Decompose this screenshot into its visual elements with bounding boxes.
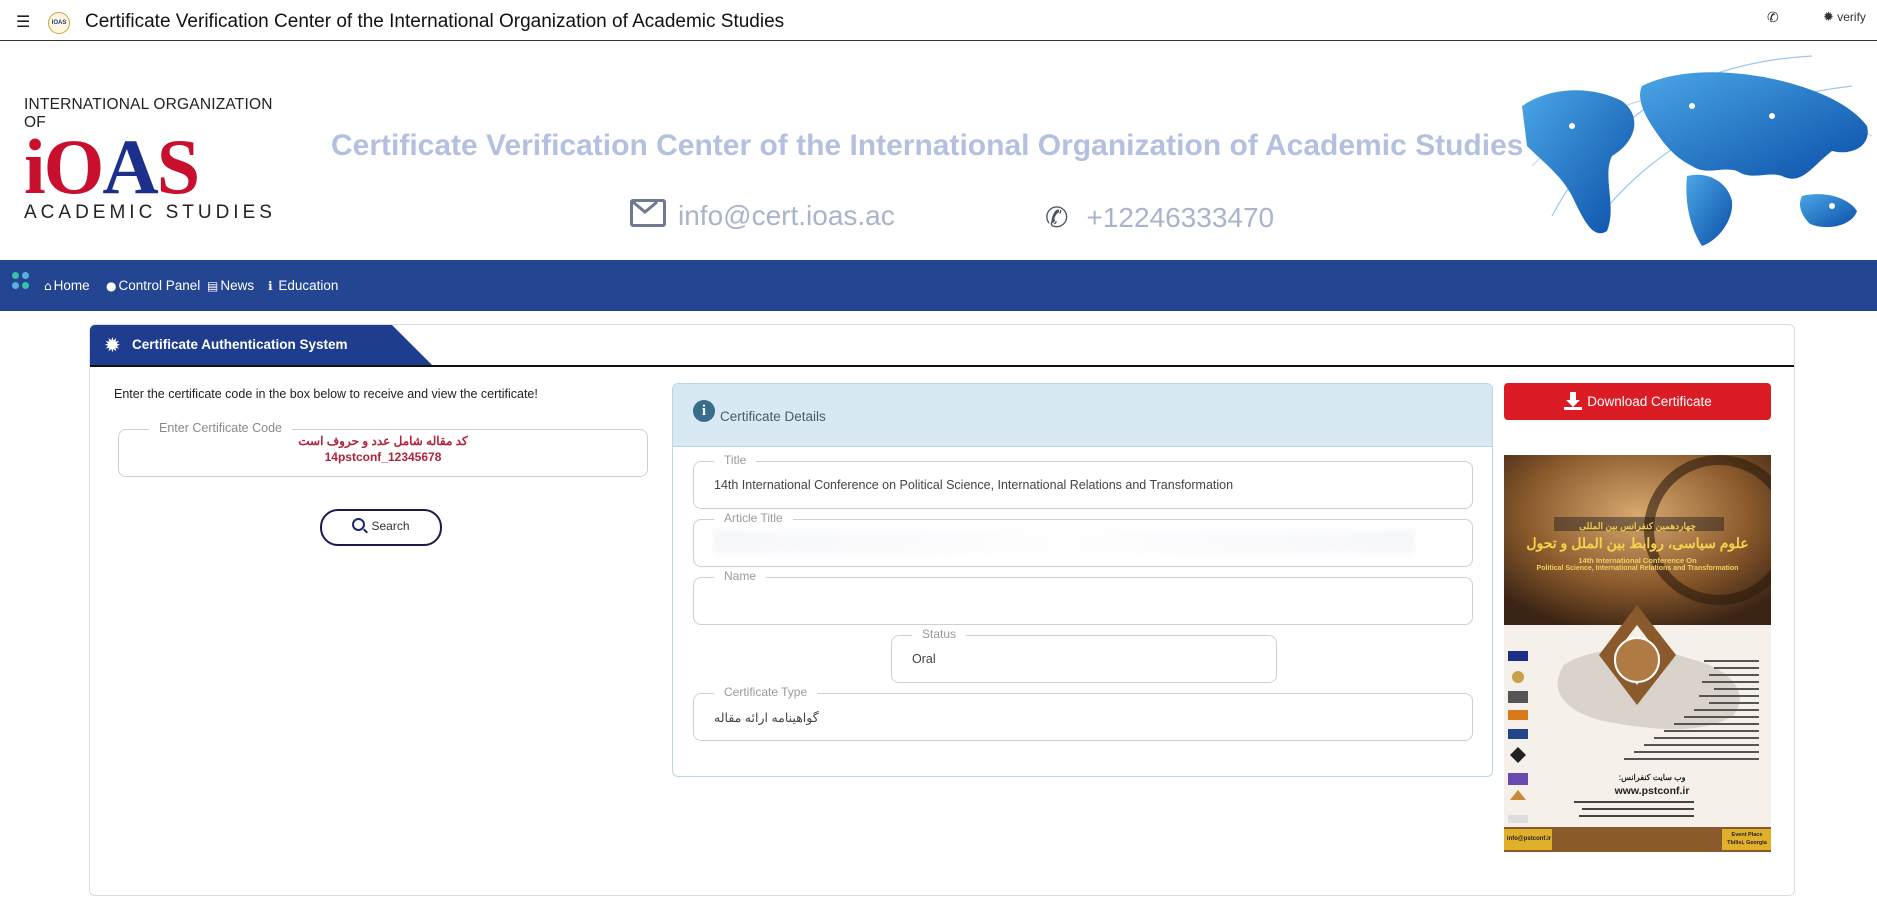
poster-event-place-1: Event Place	[1731, 832, 1763, 838]
title-value: 14th International Conference on Politic…	[714, 478, 1234, 492]
home-icon: ⌂	[44, 279, 52, 293]
nav-education-label: Education	[278, 278, 339, 293]
certificate-type-value: گواهینامه ارائه مقاله	[714, 711, 819, 725]
nav-education[interactable]: ℹ Education	[268, 278, 338, 293]
poster-english-title-1: 14th International Conference On	[1578, 556, 1697, 565]
info-icon: ℹ	[268, 279, 273, 293]
tab-certificate-authentication[interactable]: ✹ Certificate Authentication System	[90, 325, 432, 365]
nav-control-panel-label: Control Panel	[118, 278, 201, 293]
card-icon: ▤	[207, 279, 219, 293]
code-field-legend: Enter Certificate Code	[149, 421, 292, 435]
logo-big-text: iOAS	[24, 123, 200, 210]
panel-tab-header: ✹ Certificate Authentication System	[90, 325, 1794, 367]
details-header-label: Certificate Details	[720, 409, 826, 424]
article-title-legend: Article Title	[714, 511, 793, 525]
code-placeholder-line2: 14pstconf_12345678	[324, 450, 442, 464]
nav-control-panel[interactable]: ● Control Panel	[106, 278, 200, 293]
name-legend: Name	[714, 569, 767, 583]
status-value: Oral	[912, 652, 936, 666]
instructions-text: Enter the certificate code in the box be…	[114, 387, 538, 401]
banner-email-text: info@cert.ioas.ac	[678, 200, 895, 231]
info-circle-icon: i	[693, 400, 715, 422]
download-icon	[1563, 388, 1583, 410]
verify-link[interactable]: ✹ verify	[1823, 10, 1866, 25]
download-certificate-button[interactable]: Download Certificate	[1504, 383, 1771, 420]
badge-gear-icon: ✹	[1823, 10, 1834, 25]
poster-persian-title-2: علوم سیاسی، روابط بین الملل و تحول	[1526, 535, 1749, 551]
nav-home-label: Home	[53, 278, 90, 293]
article-title-field[interactable]: Article Title	[693, 511, 1473, 567]
name-field[interactable]: Name	[693, 569, 1473, 625]
poster-website: www.pstconf.ir	[1614, 785, 1690, 797]
code-placeholder-line1: کد مقاله شامل عدد و حروف است	[298, 434, 468, 448]
nav-news[interactable]: ▤ News	[207, 278, 254, 293]
badge-gear-icon: ✹	[104, 333, 121, 357]
banner-phone[interactable]: ✆ +12246333470	[1045, 201, 1274, 234]
phone-handset-icon: ✆	[1045, 201, 1069, 234]
nav-news-label: News	[220, 278, 255, 293]
poster-persian-title-1: چهاردهمین کنفرانس بین المللی	[1579, 521, 1696, 531]
title-legend: Title	[714, 453, 757, 467]
certificate-panel: ✹ Certificate Authentication System Ente…	[89, 324, 1795, 896]
article-title-redacted	[714, 530, 1414, 554]
poster-website-label: وب سایت کنفرانس:	[1618, 773, 1686, 782]
ioas-logo[interactable]: INTERNATIONAL ORGANIZATION OF iOAS ACADE…	[24, 96, 294, 224]
banner-email[interactable]: info@cert.ioas.ac	[630, 199, 895, 232]
hamburger-menu-icon[interactable]: ☰	[16, 12, 30, 31]
world-map-graphic	[1522, 55, 1873, 246]
phone-icon[interactable]: ✆	[1767, 10, 1779, 26]
nav-home[interactable]: ⌂ Home	[44, 278, 90, 293]
poster-event-place-2: Tbilisi, Georgia	[1727, 840, 1767, 846]
download-label: Download Certificate	[1587, 394, 1712, 409]
poster-english-title-2: Political Science, International Relatio…	[1536, 565, 1739, 572]
app-title: Certificate Verification Center of the I…	[85, 11, 785, 32]
verify-label: verify	[1837, 10, 1866, 24]
certificate-code-input[interactable]: Enter Certificate Code کد مقاله شامل عدد…	[118, 421, 648, 477]
status-field[interactable]: Status Oral	[891, 627, 1277, 683]
main-nav: ⌂ Home ● Control Panel ▤ News ℹ Education	[0, 260, 1877, 311]
certificate-type-field[interactable]: Certificate Type گواهینامه ارائه مقاله	[693, 685, 1473, 741]
conference-poster[interactable]: چهاردهمین کنفرانس بین المللی علوم سیاسی،…	[1504, 455, 1771, 852]
user-icon: ●	[106, 279, 117, 293]
header-banner: INTERNATIONAL ORGANIZATION OF iOAS ACADE…	[0, 41, 1877, 260]
apps-grid-icon[interactable]	[12, 272, 30, 290]
certificate-details-header: i Certificate Details	[673, 384, 1492, 447]
tab-label: Certificate Authentication System	[132, 337, 348, 352]
search-button-label: Search	[371, 519, 410, 533]
top-bar: ☰ IOAS Certificate Verification Center o…	[0, 0, 1877, 41]
status-legend: Status	[912, 627, 967, 641]
envelope-icon	[630, 199, 666, 227]
banner-phone-text: +12246333470	[1086, 202, 1275, 233]
ioas-mini-logo[interactable]: IOAS	[48, 12, 70, 34]
certificate-type-legend: Certificate Type	[714, 685, 818, 699]
poster-email: info@pstconf.ir	[1506, 836, 1552, 842]
logo-bottom-text: ACADEMIC STUDIES	[24, 202, 276, 223]
title-field[interactable]: Title 14th International Conference on P…	[693, 453, 1473, 509]
banner-title: Certificate Verification Center of the I…	[331, 129, 1524, 162]
certificate-details-card: i Certificate Details Title 14th Interna…	[672, 383, 1493, 777]
search-icon	[352, 518, 366, 531]
search-button[interactable]: Search	[320, 509, 442, 546]
